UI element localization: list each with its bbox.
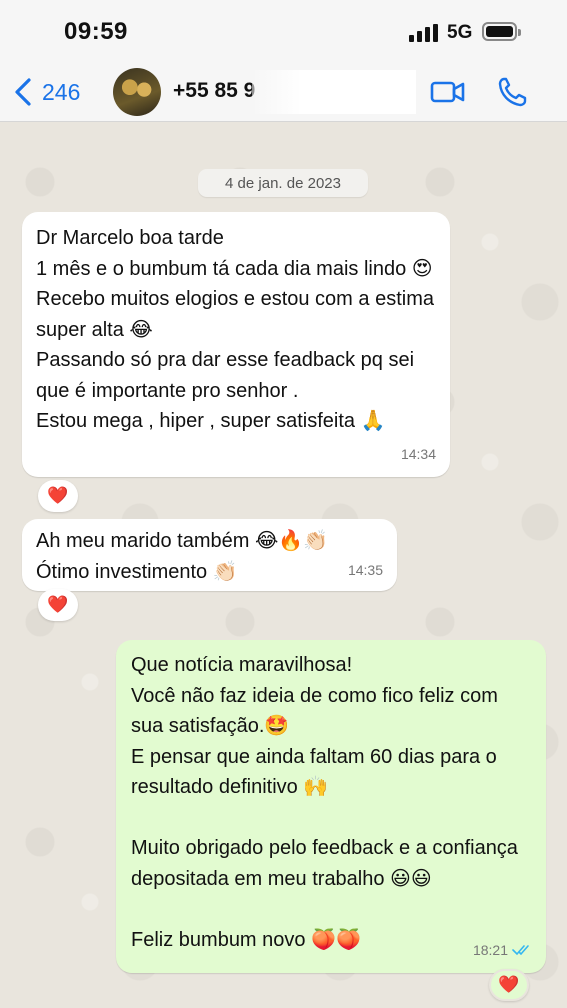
- chevron-left-icon: [15, 78, 31, 106]
- network-label: 5G: [447, 22, 473, 43]
- read-ticks-icon: [512, 944, 529, 955]
- message-text: Dr Marcelo boa tarde 1 mês e o bumbum tá…: [36, 227, 434, 432]
- video-camera-icon[interactable]: [430, 78, 466, 106]
- status-time: 09:59: [64, 18, 128, 45]
- message-bubble-incoming[interactable]: Ah meu marido também 😂🔥👏🏻 Ótimo investim…: [22, 519, 397, 591]
- reaction-heart[interactable]: ❤️: [38, 589, 78, 621]
- message-timestamp: 14:34: [400, 445, 436, 462]
- battery-icon: [482, 22, 521, 41]
- chat-area[interactable]: 4 de jan. de 2023 Dr Marcelo boa tarde 1…: [0, 122, 567, 1008]
- phone-icon[interactable]: [497, 76, 527, 108]
- heart-reaction-icon: ❤️: [498, 975, 520, 994]
- message-time: 18:21: [473, 935, 532, 966]
- contact-name[interactable]: +55 85 9: [173, 79, 255, 103]
- message-timestamp: 14:35: [347, 561, 383, 578]
- message-text: Que notícia maravilhosa! Você não faz id…: [131, 654, 518, 951]
- heart-reaction-icon: ❤️: [47, 595, 69, 614]
- date-separator: 4 de jan. de 2023: [198, 169, 368, 197]
- back-button[interactable]: 246: [14, 76, 80, 108]
- redaction-overlay: [252, 70, 416, 114]
- message-time: 14:35: [348, 555, 383, 586]
- message-timestamp: 18:21: [472, 941, 508, 958]
- heart-reaction-icon: ❤️: [47, 486, 69, 505]
- avatar[interactable]: [113, 68, 161, 116]
- signal-bars-icon: [409, 24, 439, 42]
- reaction-heart[interactable]: ❤️: [38, 480, 78, 512]
- message-bubble-outgoing[interactable]: Que notícia maravilhosa! Você não faz id…: [116, 640, 546, 973]
- reaction-heart[interactable]: ❤️: [489, 969, 529, 1001]
- message-time: 14:34: [401, 439, 436, 470]
- status-bar: 09:59 5G: [0, 0, 567, 62]
- chat-header: 246 +55 85 9: [0, 62, 567, 122]
- unread-count: 246: [42, 78, 81, 105]
- message-bubble-incoming[interactable]: Dr Marcelo boa tarde 1 mês e o bumbum tá…: [22, 212, 450, 477]
- message-text: Ah meu marido também 😂🔥👏🏻 Ótimo investim…: [36, 530, 329, 583]
